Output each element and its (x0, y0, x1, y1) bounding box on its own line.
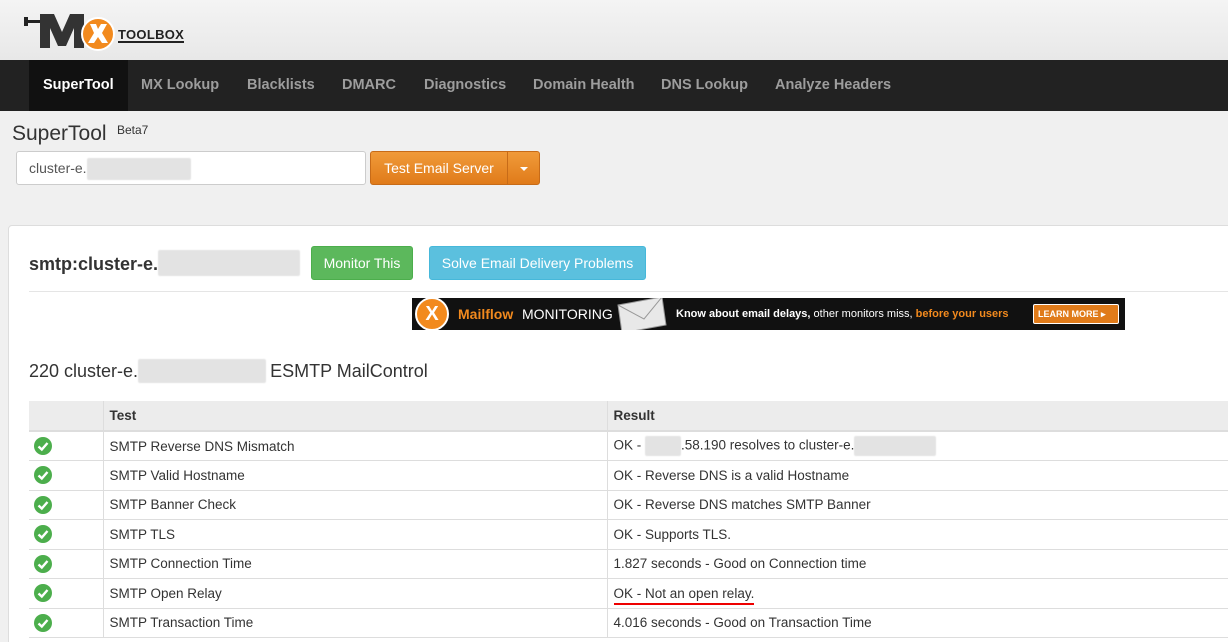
table-row: SMTP TLS OK - Supports TLS. (29, 519, 1228, 550)
check-circle-icon (34, 437, 52, 455)
redacted-text (138, 358, 267, 383)
result-cell: OK - Reverse DNS matches SMTP Banner (607, 490, 1228, 520)
result-heading-text: smtp:cluster-e. (29, 254, 159, 274)
redacted-text (158, 250, 301, 277)
result-cell: OK - Not an open relay. (607, 578, 1228, 609)
check-circle-icon (34, 554, 52, 573)
test-name-cell: SMTP Connection Time (103, 549, 608, 579)
redacted-text (86, 158, 191, 181)
status-cell (29, 519, 104, 550)
check-circle-icon (34, 613, 52, 632)
solve-email-delivery-button[interactable]: Solve Email Delivery Problems (429, 246, 646, 280)
table-row: SMTP Banner Check OK - Reverse DNS match… (29, 490, 1228, 520)
banner-tagline: Know about email delays, other monitors … (676, 308, 1009, 320)
check-circle-icon (34, 584, 52, 603)
result-cell: OK - Reverse DNS is a valid Hostname (607, 460, 1228, 491)
page-title: SuperTool (12, 122, 107, 145)
learn-more-button[interactable]: LEARN MORE ▸ (1033, 304, 1119, 324)
table-row: SMTP Connection Time 1.827 seconds - Goo… (29, 549, 1228, 579)
search-input-value: cluster-e. (29, 160, 87, 176)
table-row: SMTP Open Relay OK - Not an open relay. (29, 578, 1228, 609)
nav-item-dmarc[interactable]: DMARC (342, 60, 396, 111)
table-row: SMTP Transaction Time 4.016 seconds - Go… (29, 608, 1228, 638)
logo-wordmark: TOOLBOX (118, 27, 185, 43)
test-name-cell: SMTP TLS (103, 519, 608, 550)
status-cell (29, 460, 104, 491)
monitor-this-button[interactable]: Monitor This (311, 246, 413, 280)
nav-item-mx-lookup[interactable]: MX Lookup (141, 60, 219, 111)
search-input[interactable]: cluster-e. (16, 151, 366, 185)
table-header-row: Test Result (29, 401, 1228, 432)
table-row: SMTP Reverse DNS Mismatch OK - .58.190 r… (29, 431, 1228, 461)
test-name-cell: SMTP Banner Check (103, 490, 608, 520)
logo-bar: TOOLBOX (0, 0, 1228, 60)
redacted-text (854, 436, 937, 456)
test-name-cell: SMTP Valid Hostname (103, 460, 608, 491)
nav-item-supertool[interactable]: SuperTool (29, 60, 128, 111)
result-heading: smtp:cluster-e. (29, 250, 301, 277)
check-circle-icon (34, 495, 52, 514)
result-cell: OK - Supports TLS. (607, 519, 1228, 550)
status-cell (29, 490, 104, 520)
nav-item-dns-lookup[interactable]: DNS Lookup (661, 60, 748, 111)
banner-mailflow-text: Mailflow (458, 306, 514, 322)
mailflow-ad-banner[interactable]: X Mailflow MONITORING Know about email d… (412, 298, 1125, 330)
open-relay-result-highlight: OK - Not an open relay. (613, 585, 755, 605)
table-header-result: Result (607, 401, 1228, 432)
status-cell (29, 549, 104, 579)
nav-item-analyze-headers[interactable]: Analyze Headers (775, 60, 891, 111)
banner-monitoring-text: MONITORING (522, 306, 613, 322)
mxtoolbox-x-icon: X (415, 298, 449, 330)
test-name-cell: SMTP Reverse DNS Mismatch (103, 431, 608, 461)
table-header-status (29, 401, 104, 432)
check-circle-icon (34, 466, 52, 485)
divider (29, 291, 1228, 292)
nav-item-blacklists[interactable]: Blacklists (247, 60, 315, 111)
supertool-area: SuperTool Beta7 cluster-e. Test Email Se… (0, 111, 1228, 201)
main-nav: SuperTool MX Lookup Blacklists DMARC Dia… (0, 60, 1228, 111)
result-cell: OK - .58.190 resolves to cluster-e. (607, 431, 1228, 461)
status-cell (29, 431, 104, 461)
table-row: SMTP Valid Hostname OK - Reverse DNS is … (29, 460, 1228, 491)
table-header-test: Test (103, 401, 608, 432)
test-email-server-button[interactable]: Test Email Server (370, 151, 508, 185)
status-cell (29, 578, 104, 609)
result-cell: 1.827 seconds - Good on Connection time (607, 549, 1228, 579)
smtp-banner-response: 220 cluster-e. ESMTP MailControl (29, 358, 428, 383)
result-panel: smtp:cluster-e. Monitor This Solve Email… (8, 225, 1228, 642)
result-cell: 4.016 seconds - Good on Transaction Time (607, 608, 1228, 638)
envelope-icon (617, 298, 667, 330)
test-name-cell: SMTP Transaction Time (103, 608, 608, 638)
status-cell (29, 608, 104, 638)
test-options-dropdown-button[interactable] (507, 151, 540, 185)
test-name-cell: SMTP Open Relay (103, 578, 608, 609)
check-circle-icon (34, 525, 52, 544)
results-table: Test Result SMTP Reverse DNS Mismatch OK… (29, 401, 1228, 638)
nav-item-domain-health[interactable]: Domain Health (533, 60, 635, 111)
redacted-text (645, 436, 682, 456)
beta-badge: Beta7 (117, 123, 149, 137)
nav-item-diagnostics[interactable]: Diagnostics (424, 60, 506, 111)
